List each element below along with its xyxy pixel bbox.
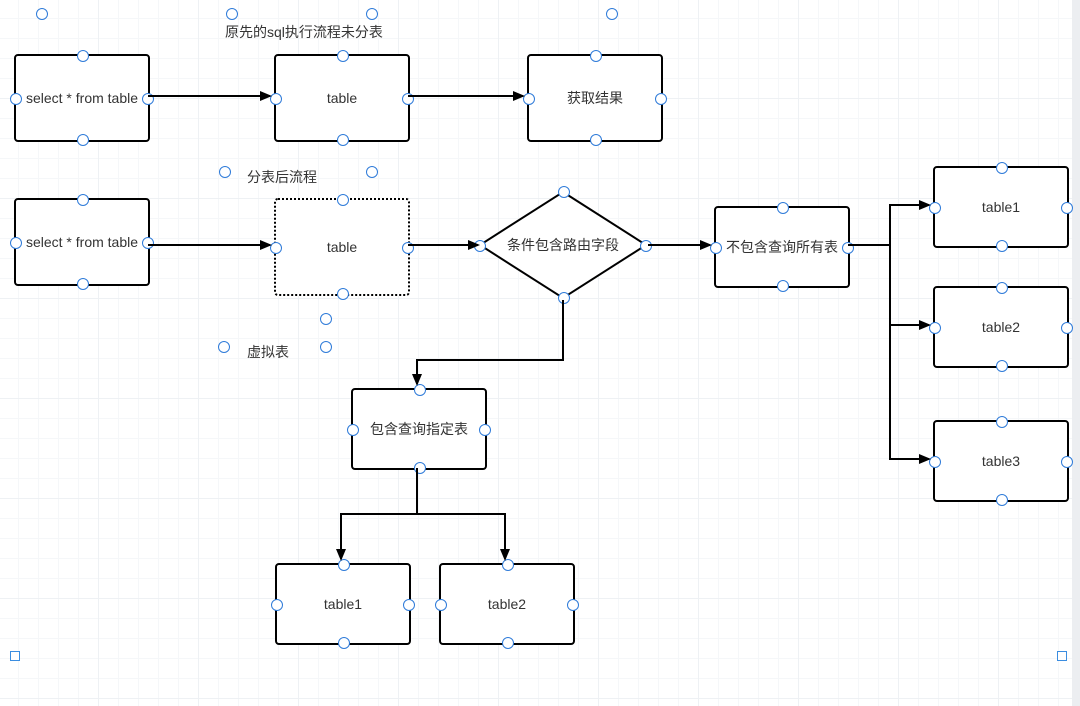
- port[interactable]: [142, 237, 154, 249]
- port[interactable]: [996, 416, 1008, 428]
- port[interactable]: [777, 202, 789, 214]
- port[interactable]: [337, 134, 349, 146]
- port-free[interactable]: [366, 166, 378, 178]
- port[interactable]: [590, 134, 602, 146]
- port[interactable]: [929, 202, 941, 214]
- port[interactable]: [567, 599, 579, 611]
- port[interactable]: [558, 292, 570, 304]
- port-free[interactable]: [219, 166, 231, 178]
- node-label: table: [327, 89, 357, 108]
- flow1-title: 原先的sql执行流程未分表: [225, 22, 383, 42]
- port[interactable]: [640, 240, 652, 252]
- port[interactable]: [502, 637, 514, 649]
- flow2-notcontain-node[interactable]: 不包含查询所有表: [714, 206, 850, 288]
- port-free[interactable]: [226, 8, 238, 20]
- port[interactable]: [337, 50, 349, 62]
- port[interactable]: [403, 599, 415, 611]
- flow1-result-node[interactable]: 获取结果: [527, 54, 663, 142]
- port[interactable]: [590, 50, 602, 62]
- flow2-table-node[interactable]: table: [274, 198, 410, 296]
- flow1-table-node[interactable]: table: [274, 54, 410, 142]
- port[interactable]: [10, 237, 22, 249]
- port[interactable]: [435, 599, 447, 611]
- node-label: 包含查询指定表: [364, 420, 474, 439]
- port[interactable]: [929, 456, 941, 468]
- node-label: table1: [982, 198, 1020, 217]
- node-label: table: [327, 238, 357, 257]
- port[interactable]: [996, 240, 1008, 252]
- port[interactable]: [77, 50, 89, 62]
- node-label: select * from table: [26, 233, 138, 252]
- port[interactable]: [1061, 322, 1073, 334]
- port[interactable]: [1061, 456, 1073, 468]
- port-free[interactable]: [366, 8, 378, 20]
- node-label: 不包含查询所有表: [720, 238, 844, 257]
- port[interactable]: [996, 360, 1008, 372]
- port[interactable]: [523, 93, 535, 105]
- branchB-table2-node[interactable]: table2: [933, 286, 1069, 368]
- selection-handle[interactable]: [10, 651, 20, 661]
- flow2-select-node[interactable]: select * from table: [14, 198, 150, 286]
- selection-handle[interactable]: [1057, 651, 1067, 661]
- branchA-table1-node[interactable]: table1: [275, 563, 411, 645]
- port[interactable]: [347, 424, 359, 436]
- flow2-contain-node[interactable]: 包含查询指定表: [351, 388, 487, 470]
- port[interactable]: [77, 194, 89, 206]
- node-label: table2: [488, 595, 526, 614]
- port[interactable]: [337, 194, 349, 206]
- port[interactable]: [337, 288, 349, 300]
- port[interactable]: [777, 280, 789, 292]
- port[interactable]: [10, 93, 22, 105]
- port[interactable]: [558, 186, 570, 198]
- port[interactable]: [338, 559, 350, 571]
- node-label: table1: [324, 595, 362, 614]
- flow2-title: 分表后流程: [247, 167, 317, 187]
- port[interactable]: [710, 242, 722, 254]
- port-free[interactable]: [606, 8, 618, 20]
- port-free[interactable]: [218, 341, 230, 353]
- port[interactable]: [414, 462, 426, 474]
- port[interactable]: [414, 384, 426, 396]
- port[interactable]: [842, 242, 854, 254]
- port[interactable]: [474, 240, 486, 252]
- port[interactable]: [270, 242, 282, 254]
- port[interactable]: [142, 93, 154, 105]
- port[interactable]: [996, 162, 1008, 174]
- port[interactable]: [271, 599, 283, 611]
- right-gutter: [1072, 0, 1080, 706]
- branchA-table2-node[interactable]: table2: [439, 563, 575, 645]
- port[interactable]: [996, 494, 1008, 506]
- port[interactable]: [77, 134, 89, 146]
- diagram-canvas[interactable]: 原先的sql执行流程未分表 分表后流程 虚拟表 select * from ta…: [0, 0, 1080, 706]
- branchB-table3-node[interactable]: table3: [933, 420, 1069, 502]
- port[interactable]: [402, 93, 414, 105]
- port[interactable]: [402, 242, 414, 254]
- port-free[interactable]: [36, 8, 48, 20]
- node-label: 获取结果: [567, 89, 623, 108]
- node-label: table2: [982, 318, 1020, 337]
- port[interactable]: [996, 282, 1008, 294]
- port[interactable]: [338, 637, 350, 649]
- node-label: select * from table: [26, 89, 138, 108]
- port[interactable]: [479, 424, 491, 436]
- port[interactable]: [929, 322, 941, 334]
- node-label: table3: [982, 452, 1020, 471]
- port[interactable]: [1061, 202, 1073, 214]
- branchB-table1-node[interactable]: table1: [933, 166, 1069, 248]
- virtual-title: 虚拟表: [247, 342, 289, 362]
- node-label: 条件包含路由字段: [507, 235, 619, 255]
- port-free[interactable]: [320, 313, 332, 325]
- flow2-decision-node[interactable]: 条件包含路由字段: [478, 190, 648, 300]
- port[interactable]: [77, 278, 89, 290]
- port[interactable]: [502, 559, 514, 571]
- port[interactable]: [270, 93, 282, 105]
- flow1-select-node[interactable]: select * from table: [14, 54, 150, 142]
- port[interactable]: [655, 93, 667, 105]
- port-free[interactable]: [320, 341, 332, 353]
